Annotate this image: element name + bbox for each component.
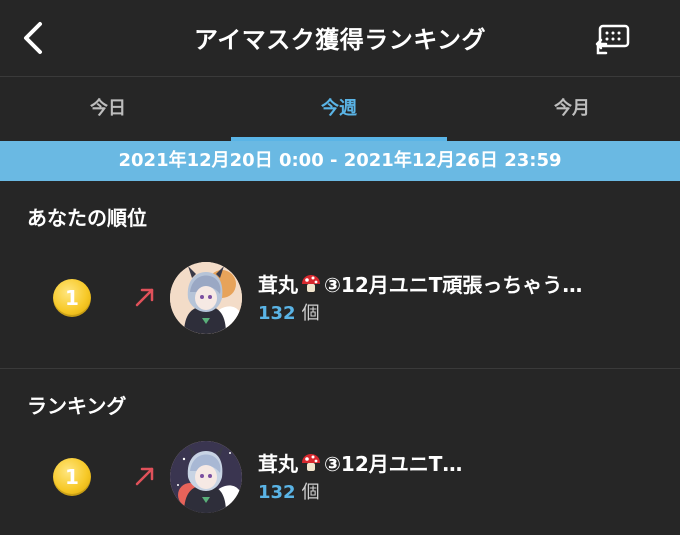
avatar[interactable]: [170, 262, 242, 334]
trend-up-icon: [135, 288, 154, 307]
period-tabs: 今日 今週 今月: [0, 77, 680, 141]
divider: [0, 368, 680, 369]
page-title: アイマスク獲得ランキング: [193, 26, 487, 54]
my-rank-row[interactable]: 1 茸丸 ③12月ユニT頑張っちゃう… 132 個: [0, 259, 680, 339]
count-unit: 個: [301, 482, 320, 503]
ranking-heading: ランキング: [27, 394, 127, 418]
tab-this-month[interactable]: 今月: [464, 77, 680, 141]
user-name-suffix: ③12月ユニT…: [324, 452, 463, 476]
my-rank-heading: あなたの順位: [27, 206, 147, 230]
user-name: 茸丸 ③12月ユニT頑張っちゃう…: [258, 269, 582, 298]
gold-medal-icon: 1: [53, 458, 91, 496]
item-count: 132 個: [258, 299, 320, 325]
gold-medal-icon: 1: [53, 279, 91, 317]
period-range: 2021年12月20日 0:00 - 2021年12月26日 23:59: [0, 141, 680, 181]
rank-number: 1: [65, 286, 79, 310]
tab-this-week[interactable]: 今週: [231, 77, 447, 141]
item-count: 132 個: [258, 478, 320, 504]
ranking-row[interactable]: 1 茸丸 ③12月ユニT… 132 個: [0, 438, 680, 518]
avatar[interactable]: [170, 441, 242, 513]
app-header: アイマスク獲得ランキング: [0, 0, 680, 77]
user-name-prefix: 茸丸: [258, 452, 298, 476]
count-unit: 個: [301, 303, 320, 324]
tab-today[interactable]: 今日: [0, 77, 216, 141]
rank-number: 1: [65, 465, 79, 489]
user-name-suffix: ③12月ユニT頑張っちゃう…: [324, 273, 583, 297]
count-value: 132: [258, 303, 296, 324]
user-name: 茸丸 ③12月ユニT…: [258, 448, 462, 477]
user-name-prefix: 茸丸: [258, 273, 298, 297]
share-icon[interactable]: [592, 22, 632, 58]
mushroom-icon: [302, 454, 320, 471]
count-value: 132: [258, 482, 296, 503]
trend-up-icon: [135, 467, 154, 486]
mushroom-icon: [302, 275, 320, 292]
